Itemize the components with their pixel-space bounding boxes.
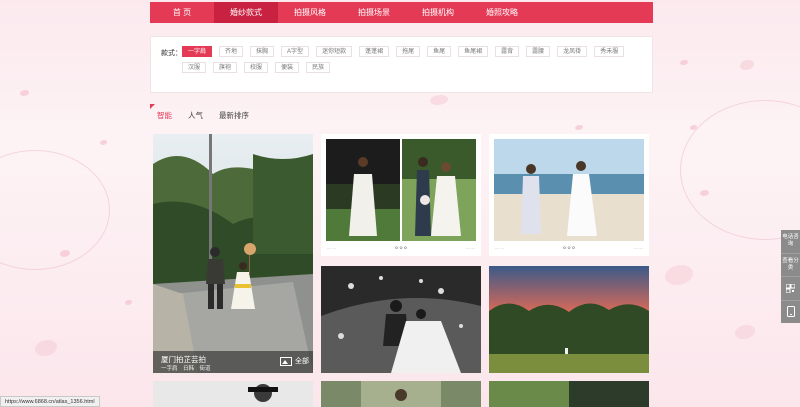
filter-tag[interactable]: 一字肩	[182, 46, 213, 57]
filter-tag[interactable]: 汉服	[182, 62, 207, 73]
mobile-button[interactable]	[781, 301, 800, 324]
filter-tag[interactable]: 鱼尾裙	[458, 46, 489, 57]
nav-studios[interactable]: 拍摄机构	[406, 2, 470, 23]
style-filter-panel: 款式： 一字肩 齐地 抹胸 A字型 迷你短款 蓬蓬裙 拖尾 鱼尾 鱼尾裙 露背 …	[150, 36, 653, 93]
album-photo	[489, 266, 649, 373]
gallery-card[interactable]	[321, 266, 481, 373]
filter-tag[interactable]: A字型	[281, 46, 310, 57]
filter-tag[interactable]: 校服	[244, 62, 269, 73]
sort-latest[interactable]: 最新排序	[219, 106, 249, 126]
album-photo	[321, 266, 481, 373]
filter-label: 款式：	[161, 50, 182, 57]
nav-dress-styles[interactable]: 婚纱款式	[214, 2, 278, 23]
filter-tag[interactable]: 迷你短款	[316, 46, 353, 57]
main-nav: 首 页 婚纱款式 拍摄风格 拍摄场景 拍摄机构 婚照攻略	[150, 2, 653, 23]
gallery-card[interactable]: — — ✿ ✿ ✿ — —	[321, 134, 481, 256]
filter-tag[interactable]: 便装	[275, 62, 300, 73]
main-container: 首 页 婚纱款式 拍摄风格 拍摄场景 拍摄机构 婚照攻略 款式： 一字肩 齐地 …	[150, 0, 653, 407]
filter-tag[interactable]: 民族	[306, 62, 331, 73]
sort-smart[interactable]: 智能	[157, 106, 172, 126]
album-photo	[321, 134, 481, 256]
filter-tag-list: 一字肩 齐地 抹胸 A字型 迷你短款 蓬蓬裙 拖尾 鱼尾 鱼尾裙 露背 露腰 龙…	[182, 46, 642, 73]
featured-caption: 厦门拍芷芸拍 一字肩 日韩 街道 全部	[153, 351, 313, 373]
mobile-icon	[786, 306, 795, 318]
photo-icon	[280, 356, 292, 366]
categories-button[interactable]: 查看分类	[781, 254, 800, 277]
filter-tag[interactable]: 露腰	[526, 46, 551, 57]
nav-home[interactable]: 首 页	[150, 2, 214, 23]
filter-tag[interactable]: 秀禾服	[594, 46, 625, 57]
gallery-card[interactable]: — — ✿ ✿ ✿ — —	[489, 134, 649, 256]
filter-tag[interactable]: 拖尾	[396, 46, 421, 57]
nav-shoot-styles[interactable]: 拍摄风格	[278, 2, 342, 23]
filter-tag[interactable]: 露背	[495, 46, 520, 57]
featured-photo	[153, 134, 313, 373]
gallery-card[interactable]	[489, 381, 649, 407]
sort-tabs: 智能 人气 最新排序	[150, 106, 653, 126]
sort-popular[interactable]: 人气	[188, 106, 203, 126]
gallery-card[interactable]	[153, 381, 313, 407]
view-all-button[interactable]: 全部	[280, 356, 309, 366]
nav-shoot-scenes[interactable]: 拍摄场景	[342, 2, 406, 23]
side-panel: 电话咨询 查看分类	[781, 230, 800, 323]
view-all-label: 全部	[295, 358, 309, 365]
gallery-card-featured[interactable]: 厦门拍芷芸拍 一字肩 日韩 街道 全部	[153, 134, 313, 373]
filter-tag[interactable]: 龙凤褂	[557, 46, 588, 57]
nav-guides[interactable]: 婚照攻略	[470, 2, 534, 23]
filter-tag[interactable]: 蓬蓬裙	[359, 46, 390, 57]
contact-button[interactable]: 电话咨询	[781, 230, 800, 254]
filter-tag[interactable]: 齐地	[219, 46, 244, 57]
qrcode-icon	[786, 283, 795, 293]
card-footer: — — ✿ ✿ ✿ — —	[495, 244, 643, 250]
gallery-card[interactable]	[321, 381, 481, 407]
featured-tags: 一字肩 日韩 街道	[161, 366, 211, 372]
album-photo	[489, 381, 649, 407]
status-bar-url: https://www.6868.cn/atlas_1356.html	[0, 396, 100, 407]
filter-tag[interactable]: 鱼尾	[427, 46, 452, 57]
qrcode-button[interactable]	[781, 277, 800, 301]
gallery-card[interactable]	[489, 266, 649, 373]
album-photo	[153, 381, 313, 407]
album-photo	[321, 381, 481, 407]
card-footer: — — ✿ ✿ ✿ — —	[327, 244, 475, 250]
album-photo	[489, 134, 649, 256]
filter-tag[interactable]: 抹胸	[250, 46, 275, 57]
filter-tag[interactable]: 旗袍	[213, 62, 238, 73]
